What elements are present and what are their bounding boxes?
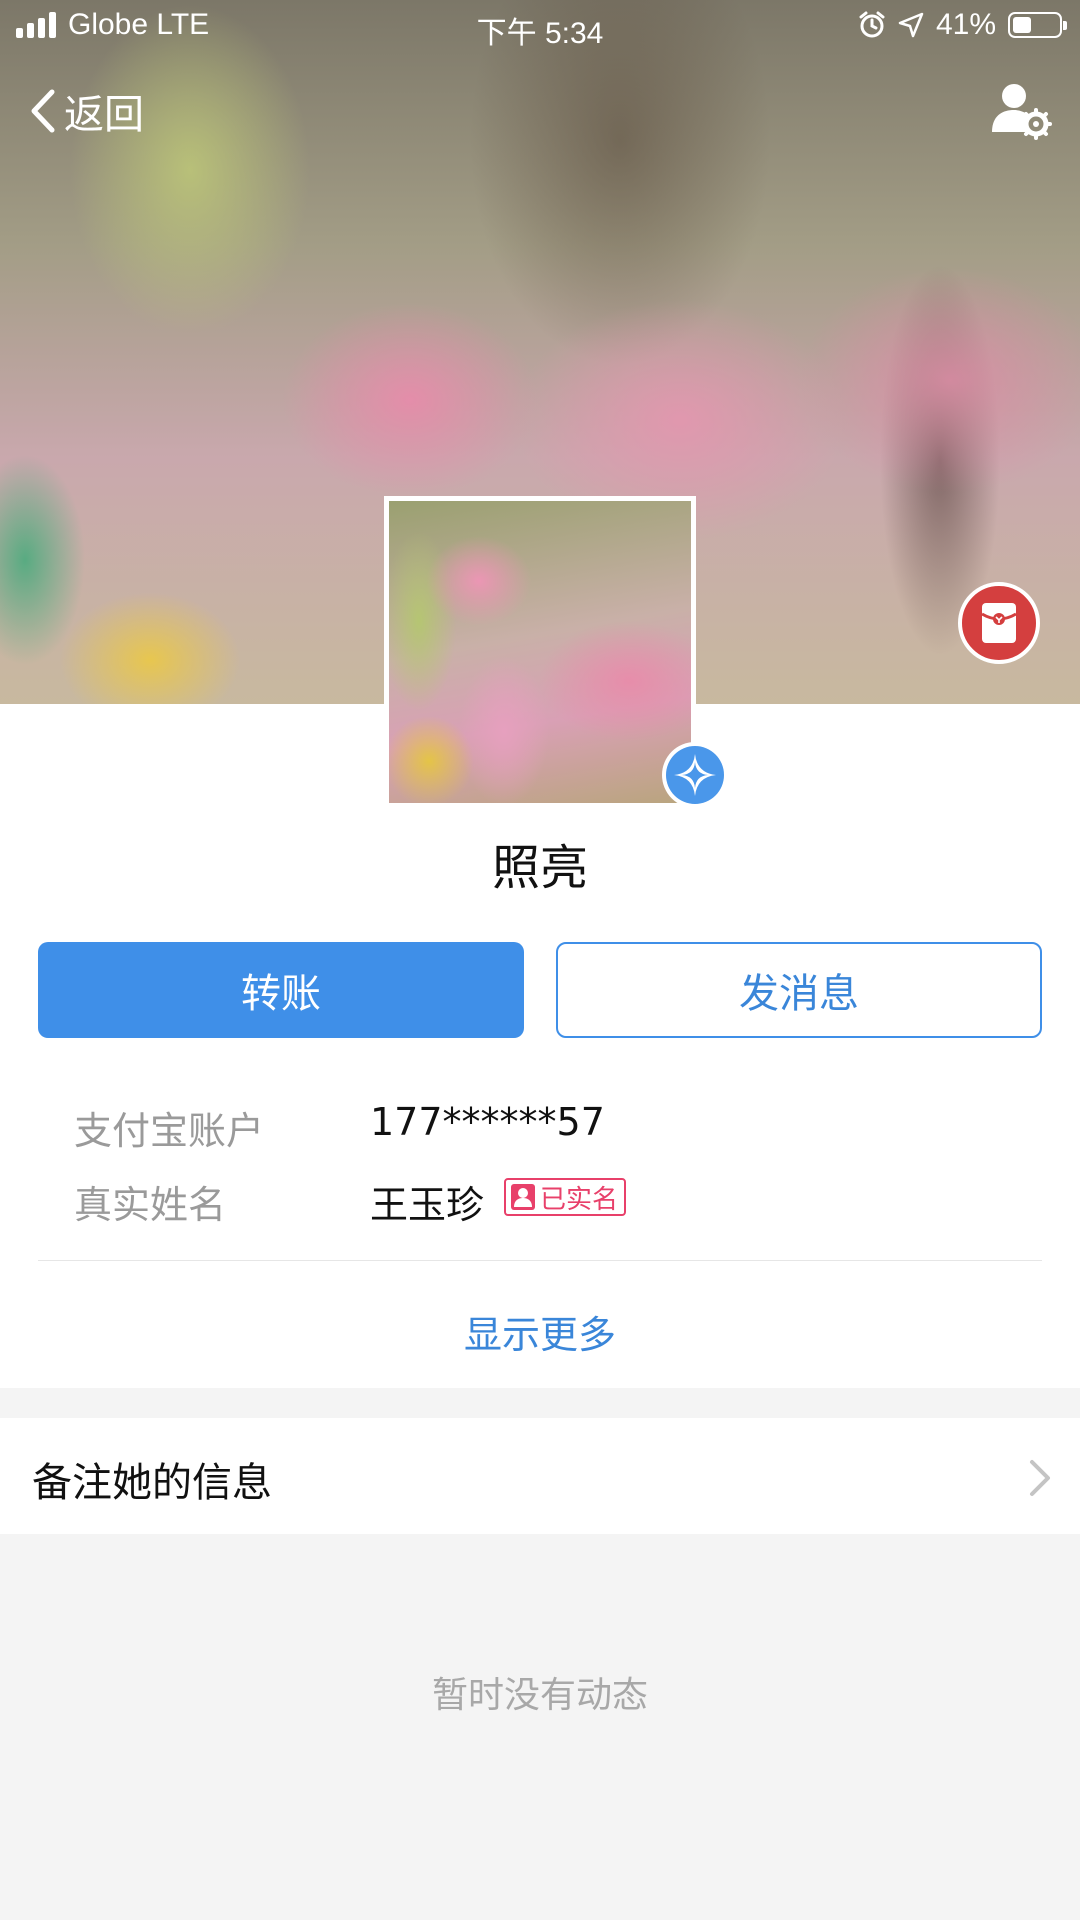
send-message-button[interactable]: 发消息 [556, 942, 1042, 1038]
person-id-icon [511, 1184, 535, 1210]
battery-icon [1008, 12, 1067, 38]
back-label: 返回 [64, 92, 144, 138]
battery-percent: 41% [935, 8, 996, 41]
status-bar: Globe LTE 下午 5:34 41% [0, 0, 1080, 50]
profile-settings-button[interactable] [990, 80, 1052, 142]
chevron-right-icon [1030, 1460, 1050, 1496]
location-arrow-icon [898, 12, 924, 38]
realname-value: 王玉珍 [370, 1183, 485, 1227]
realname-verified-badge: 已实名 [504, 1178, 627, 1216]
red-envelope-button[interactable] [958, 582, 1040, 664]
back-button[interactable]: 返回 [28, 82, 144, 140]
show-more-link[interactable]: 显示更多 [0, 1304, 1080, 1359]
transfer-button[interactable]: 转账 [38, 942, 524, 1038]
red-envelope-icon [981, 603, 1017, 643]
divider [38, 1260, 1042, 1261]
account-label: 支付宝账户 [74, 1109, 265, 1153]
remark-info-row[interactable]: 备注她的信息 [0, 1418, 1080, 1534]
transfer-label: 转账 [241, 971, 321, 1017]
profile-name: 照亮 [491, 840, 588, 896]
empty-feed-text: 暂时没有动态 [431, 1675, 648, 1716]
remark-info-label: 备注她的信息 [32, 1460, 272, 1506]
realname-badge-label: 已实名 [540, 1184, 619, 1215]
send-message-label: 发消息 [739, 971, 859, 1017]
user-settings-icon [992, 84, 1052, 140]
verified-star-icon [662, 742, 728, 808]
realname-label: 真实姓名 [74, 1183, 227, 1227]
battery-level [1013, 17, 1032, 33]
alarm-icon [859, 11, 885, 38]
chevron-left-icon [31, 89, 55, 133]
account-value: 177******57 [370, 1100, 605, 1144]
avatar[interactable] [384, 496, 696, 808]
